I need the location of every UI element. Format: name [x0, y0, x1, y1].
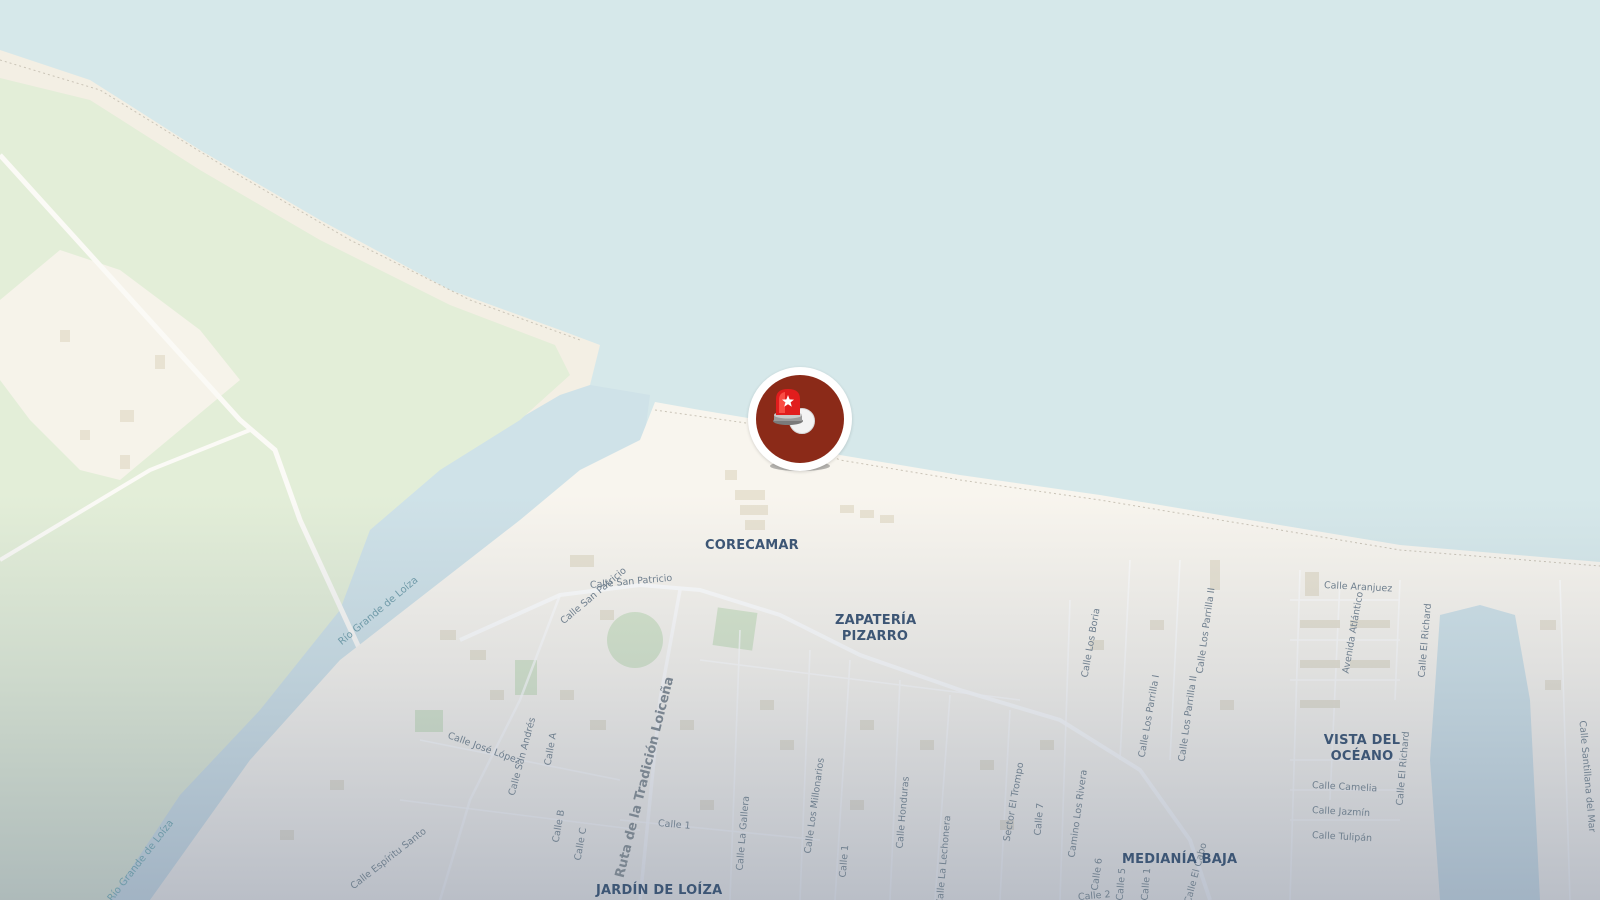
area-label: ZAPATERÍA	[835, 613, 917, 628]
area-label: OCÉANO	[1330, 749, 1394, 764]
town-park	[607, 612, 663, 668]
area-label-group: ZAPATERÍA PIZARRO	[835, 613, 917, 645]
town-field	[712, 607, 758, 651]
marker-core	[756, 375, 844, 463]
area-label: JARDÍN DE LOÍZA	[596, 883, 723, 898]
area-label: PIZARRO	[841, 629, 909, 644]
police-siren-icon	[773, 389, 803, 425]
incident-marker[interactable]	[748, 367, 852, 479]
town-green-2	[415, 710, 443, 732]
map-view[interactable]: Río Grande de Loíza Río Grande de Loíza …	[0, 0, 1600, 900]
area-label: MEDIANÍA BAJA	[1122, 852, 1238, 867]
area-label-group: VISTA DEL OCÉANO	[1320, 733, 1404, 765]
area-label: CORECAMAR	[705, 538, 799, 553]
street-label: Calle 2	[1077, 889, 1112, 900]
area-label: VISTA DEL	[1323, 733, 1401, 748]
